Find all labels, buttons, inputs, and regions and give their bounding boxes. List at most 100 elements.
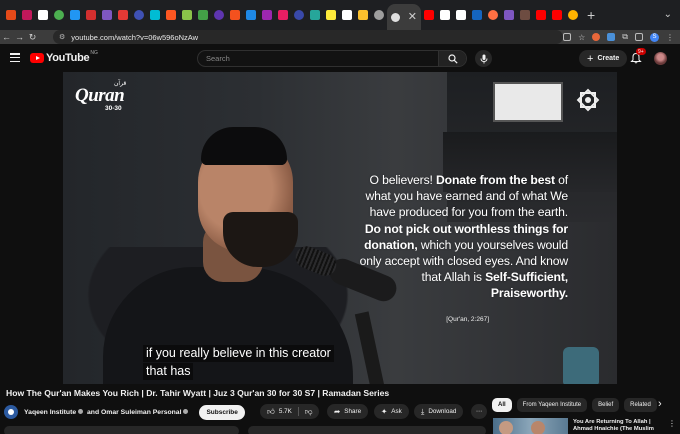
filter-chip[interactable]: All bbox=[492, 398, 512, 412]
reload-icon[interactable]: ↻ bbox=[26, 30, 39, 44]
tab-favicon-icon bbox=[310, 10, 320, 20]
address-bar[interactable]: ⚙ youtube.com/watch?v=06w596oNzAw bbox=[53, 30, 563, 44]
channel-names[interactable]: Yaqeen Institute and Omar Suleiman Perso… bbox=[24, 409, 190, 416]
more-actions-button[interactable]: ⋯ bbox=[471, 404, 487, 419]
browser-tab[interactable] bbox=[437, 0, 453, 30]
filter-chip[interactable]: Belief bbox=[592, 398, 620, 412]
back-icon[interactable]: ← bbox=[0, 30, 13, 44]
country-code: NG bbox=[90, 50, 98, 56]
share-arrow-icon: ➦ bbox=[334, 407, 341, 416]
forward-icon[interactable]: → bbox=[13, 30, 26, 44]
tab-search-chevron-icon[interactable]: ⌄ bbox=[664, 9, 672, 20]
search-box: Search bbox=[197, 50, 467, 67]
site-info-icon[interactable]: ⚙ bbox=[59, 33, 65, 41]
chevron-right-icon[interactable]: › bbox=[658, 398, 662, 410]
browser-tab[interactable] bbox=[243, 0, 259, 30]
description-box-secondary[interactable] bbox=[248, 426, 486, 434]
ask-button[interactable]: ✦ Ask bbox=[374, 404, 409, 419]
tab-favicon-icon bbox=[214, 10, 224, 20]
browser-tab[interactable] bbox=[485, 0, 501, 30]
toolbar-actions: ☆ ⧉ S ⋮ bbox=[563, 30, 674, 44]
share-button[interactable]: ➦ Share bbox=[327, 404, 369, 419]
channel-name-primary[interactable]: Yaqeen Institute bbox=[24, 409, 76, 416]
bookmark-star-icon[interactable]: ☆ bbox=[578, 33, 585, 42]
channel-name-secondary[interactable]: Omar Suleiman Personal bbox=[101, 409, 181, 416]
browser-tab[interactable] bbox=[291, 0, 307, 30]
speaker-cap bbox=[201, 127, 287, 165]
close-tab-icon[interactable]: ✕ bbox=[408, 11, 417, 23]
account-avatar[interactable] bbox=[654, 52, 667, 65]
browser-tab[interactable] bbox=[99, 0, 115, 30]
tab-favicon-icon bbox=[262, 10, 272, 20]
tab-favicon-icon bbox=[38, 10, 48, 20]
browser-tab[interactable] bbox=[565, 0, 581, 30]
quran-30-for-30-logo: قرآن Quran 30-30 bbox=[75, 80, 131, 116]
related-video-title[interactable]: You Are Returning To Allah | Ahmad Hnaic… bbox=[573, 419, 665, 433]
browser-tab[interactable] bbox=[453, 0, 469, 30]
browser-tab[interactable] bbox=[131, 0, 147, 30]
create-button[interactable]: + Create bbox=[579, 50, 628, 67]
filter-chip[interactable]: From Yaqeen Institute bbox=[516, 398, 588, 412]
active-tab[interactable]: ✕ bbox=[387, 4, 421, 30]
browser-tab[interactable] bbox=[19, 0, 35, 30]
video-player[interactable]: قرآن Quran 30-30 O believers! Donate fro… bbox=[63, 72, 617, 384]
youtube-masthead: YouTube NG Search + Create 9+ bbox=[0, 44, 680, 72]
browser-tab[interactable] bbox=[517, 0, 533, 30]
browser-tab[interactable] bbox=[501, 0, 517, 30]
notification-badge: 9+ bbox=[636, 48, 646, 55]
browser-tab[interactable] bbox=[3, 0, 19, 30]
browser-tab[interactable] bbox=[115, 0, 131, 30]
voice-search-button[interactable] bbox=[475, 50, 492, 67]
browser-tab[interactable] bbox=[339, 0, 355, 30]
browser-tab[interactable] bbox=[275, 0, 291, 30]
search-input[interactable]: Search bbox=[198, 51, 438, 66]
browser-tab[interactable] bbox=[371, 0, 387, 30]
browser-tab[interactable] bbox=[227, 0, 243, 30]
like-count[interactable]: 5.7K bbox=[279, 408, 292, 415]
new-tab-button[interactable]: + bbox=[581, 7, 601, 23]
related-more-icon[interactable]: ⋮ bbox=[668, 419, 676, 428]
menu-kebab-icon[interactable]: ⋮ bbox=[666, 33, 674, 42]
browser-tab[interactable] bbox=[307, 0, 323, 30]
browser-tab[interactable] bbox=[211, 0, 227, 30]
thumbs-up-icon[interactable]: 👍︎ bbox=[267, 407, 275, 417]
ask-label: Ask bbox=[391, 408, 402, 415]
browser-tab[interactable] bbox=[259, 0, 275, 30]
browser-tab[interactable] bbox=[323, 0, 339, 30]
channel-avatar[interactable] bbox=[4, 405, 18, 419]
channel-connector: and bbox=[87, 408, 100, 416]
browser-tab[interactable] bbox=[469, 0, 485, 30]
browser-tab[interactable] bbox=[549, 0, 565, 30]
subscribe-button[interactable]: Subscribe bbox=[199, 404, 245, 420]
create-label: Create bbox=[597, 55, 620, 62]
tab-favicon-icon bbox=[472, 10, 482, 20]
browser-tab[interactable] bbox=[67, 0, 83, 30]
profile-avatar[interactable]: S bbox=[650, 32, 659, 42]
browser-tab[interactable] bbox=[35, 0, 51, 30]
download-button[interactable]: ⤓ Download bbox=[414, 404, 464, 419]
browser-tab[interactable] bbox=[51, 0, 67, 30]
youtube-logo[interactable]: YouTube NG bbox=[30, 50, 98, 64]
browser-tab[interactable] bbox=[83, 0, 99, 30]
description-box[interactable] bbox=[4, 426, 239, 434]
extension-icon[interactable] bbox=[592, 33, 601, 41]
browser-tab[interactable] bbox=[163, 0, 179, 30]
browser-tab[interactable] bbox=[533, 0, 549, 30]
tab-favicon-icon bbox=[504, 10, 514, 20]
browser-tab[interactable] bbox=[195, 0, 211, 30]
tab-favicon-icon bbox=[166, 10, 176, 20]
browser-tab[interactable] bbox=[179, 0, 195, 30]
filter-chip[interactable]: Related bbox=[624, 398, 657, 412]
search-button[interactable] bbox=[438, 51, 466, 66]
browser-tab[interactable] bbox=[147, 0, 163, 30]
thumbs-down-icon[interactable]: 👎︎ bbox=[305, 407, 313, 417]
sidepanel-icon[interactable] bbox=[635, 33, 643, 41]
cast-icon[interactable] bbox=[563, 33, 572, 41]
puzzle-icon[interactable]: ⧉ bbox=[622, 32, 628, 42]
extension-icon[interactable] bbox=[607, 33, 616, 41]
browser-tab[interactable] bbox=[421, 0, 437, 30]
thumbnail-face bbox=[531, 421, 545, 434]
browser-tab[interactable] bbox=[355, 0, 371, 30]
guide-menu-icon[interactable] bbox=[10, 53, 20, 62]
related-video-thumbnail[interactable] bbox=[493, 418, 568, 434]
